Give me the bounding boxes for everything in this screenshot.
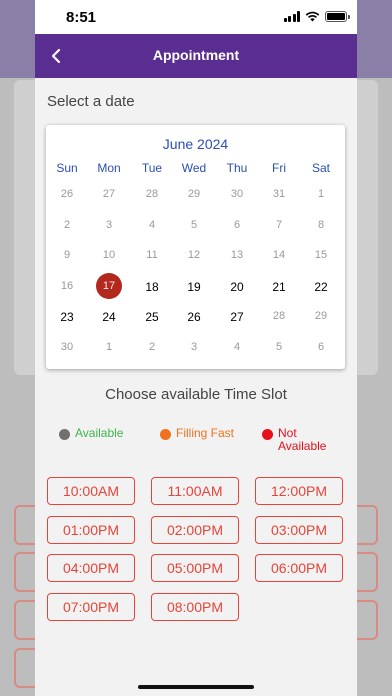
calendar-month: June 2024: [162, 136, 229, 152]
calendar-day: 15: [314, 249, 328, 261]
calendar-day: 1: [317, 188, 325, 200]
time-slot-button[interactable]: 01:00PM: [47, 515, 135, 544]
weekday-label: Tue: [141, 161, 163, 175]
time-slot-button[interactable]: 12:00PM: [255, 477, 343, 505]
time-slot-heading: Choose available Time Slot: [105, 386, 287, 403]
signal-icon: [283, 11, 300, 22]
calendar-day[interactable]: 22: [300, 280, 342, 294]
wifi-icon: [305, 11, 320, 22]
time-slot-button[interactable]: 05:00PM: [151, 554, 239, 582]
calendar-day: 14: [272, 249, 286, 261]
time-slot-button[interactable]: 04:00PM: [47, 554, 135, 582]
weekday-label: Fri: [272, 161, 286, 175]
calendar-day: 6: [317, 340, 325, 353]
calendar-day[interactable]: 25: [131, 310, 173, 324]
calendar-day[interactable]: 24: [88, 310, 130, 324]
weekday-label: Wed: [181, 161, 207, 175]
page-title: Appointment: [152, 47, 240, 63]
calendar-day: 9: [63, 249, 71, 261]
calendar-day[interactable]: 21: [258, 280, 300, 294]
legend-dot-icon: [262, 429, 273, 440]
calendar-day: 3: [190, 340, 198, 353]
calendar-day: 29: [187, 188, 201, 200]
calendar-day-selected[interactable]: 17: [88, 272, 130, 299]
status-bar: 8:51: [35, 0, 357, 34]
legend-item: Available: [59, 427, 123, 440]
legend-item: Not Available: [262, 427, 326, 453]
calendar-day: 12: [187, 249, 201, 261]
calendar-day: 26: [60, 188, 74, 200]
calendar-day[interactable]: 26: [173, 310, 215, 324]
time-slot-button[interactable]: 08:00PM: [151, 592, 239, 621]
calendar-day[interactable]: 18: [131, 280, 173, 294]
calendar-day: 7: [275, 218, 283, 231]
calendar-day[interactable]: 19: [173, 280, 215, 294]
calendar-day: 10: [102, 249, 116, 261]
calendar-day: 4: [148, 218, 156, 231]
calendar-day: 27: [102, 188, 116, 200]
calendar: June 2024 Sun Mon Tue Wed Thu Fri Sat 26 27 28 29 3…: [46, 125, 345, 369]
time-slot-button[interactable]: 10:00AM: [47, 477, 135, 505]
legend-item: Filling Fast: [160, 427, 234, 440]
calendar-day[interactable]: 23: [46, 310, 88, 324]
status-icons: [283, 11, 350, 22]
calendar-day[interactable]: 20: [216, 280, 258, 294]
legend-dot-icon: [59, 429, 70, 440]
calendar-day: 29: [314, 310, 328, 322]
calendar-day: 28: [145, 188, 159, 200]
weekday-label: Mon: [97, 161, 121, 175]
weekday-label: Sun: [56, 161, 78, 175]
calendar-day: 3: [105, 218, 113, 231]
calendar-day: 5: [190, 218, 198, 231]
weekday-label: Thu: [226, 161, 248, 175]
weekday-label: Sat: [311, 161, 330, 175]
time-slot-button[interactable]: 06:00PM: [255, 554, 343, 582]
status-time: 8:51: [66, 9, 97, 26]
app-bar: Appointment: [35, 34, 357, 78]
calendar-day: 16: [60, 279, 74, 292]
time-slot-button[interactable]: 03:00PM: [255, 515, 343, 544]
battery-icon: [325, 11, 350, 22]
select-date-label: Select a date: [47, 93, 135, 110]
calendar-day: 8: [317, 218, 325, 231]
calendar-day: 31: [272, 188, 286, 200]
calendar-day: 4: [233, 340, 241, 353]
calendar-day: 5: [275, 340, 283, 353]
legend-label: Not Available: [278, 426, 327, 453]
time-slot-button[interactable]: 02:00PM: [151, 515, 239, 544]
calendar-day: 11: [146, 249, 158, 261]
time-slot-button[interactable]: 11:00AM: [151, 477, 239, 505]
calendar-day: 2: [148, 340, 156, 353]
legend-dot-icon: [160, 429, 171, 440]
legend-label: Available: [75, 426, 124, 440]
calendar-day: 2: [63, 218, 71, 231]
legend-label: Filling Fast: [176, 426, 235, 440]
calendar-day: 28: [272, 310, 286, 322]
appointment-sheet: 8:51 Appointment Select a date June 2024…: [35, 0, 357, 696]
calendar-day: 30: [60, 340, 74, 353]
calendar-day: 6: [233, 218, 241, 231]
time-slot-button[interactable]: 07:00PM: [47, 592, 135, 621]
calendar-day: 1: [105, 340, 113, 353]
home-indicator: [138, 685, 254, 689]
calendar-day[interactable]: 27: [216, 310, 258, 324]
calendar-day: 13: [230, 249, 244, 261]
calendar-day: 30: [230, 188, 244, 200]
